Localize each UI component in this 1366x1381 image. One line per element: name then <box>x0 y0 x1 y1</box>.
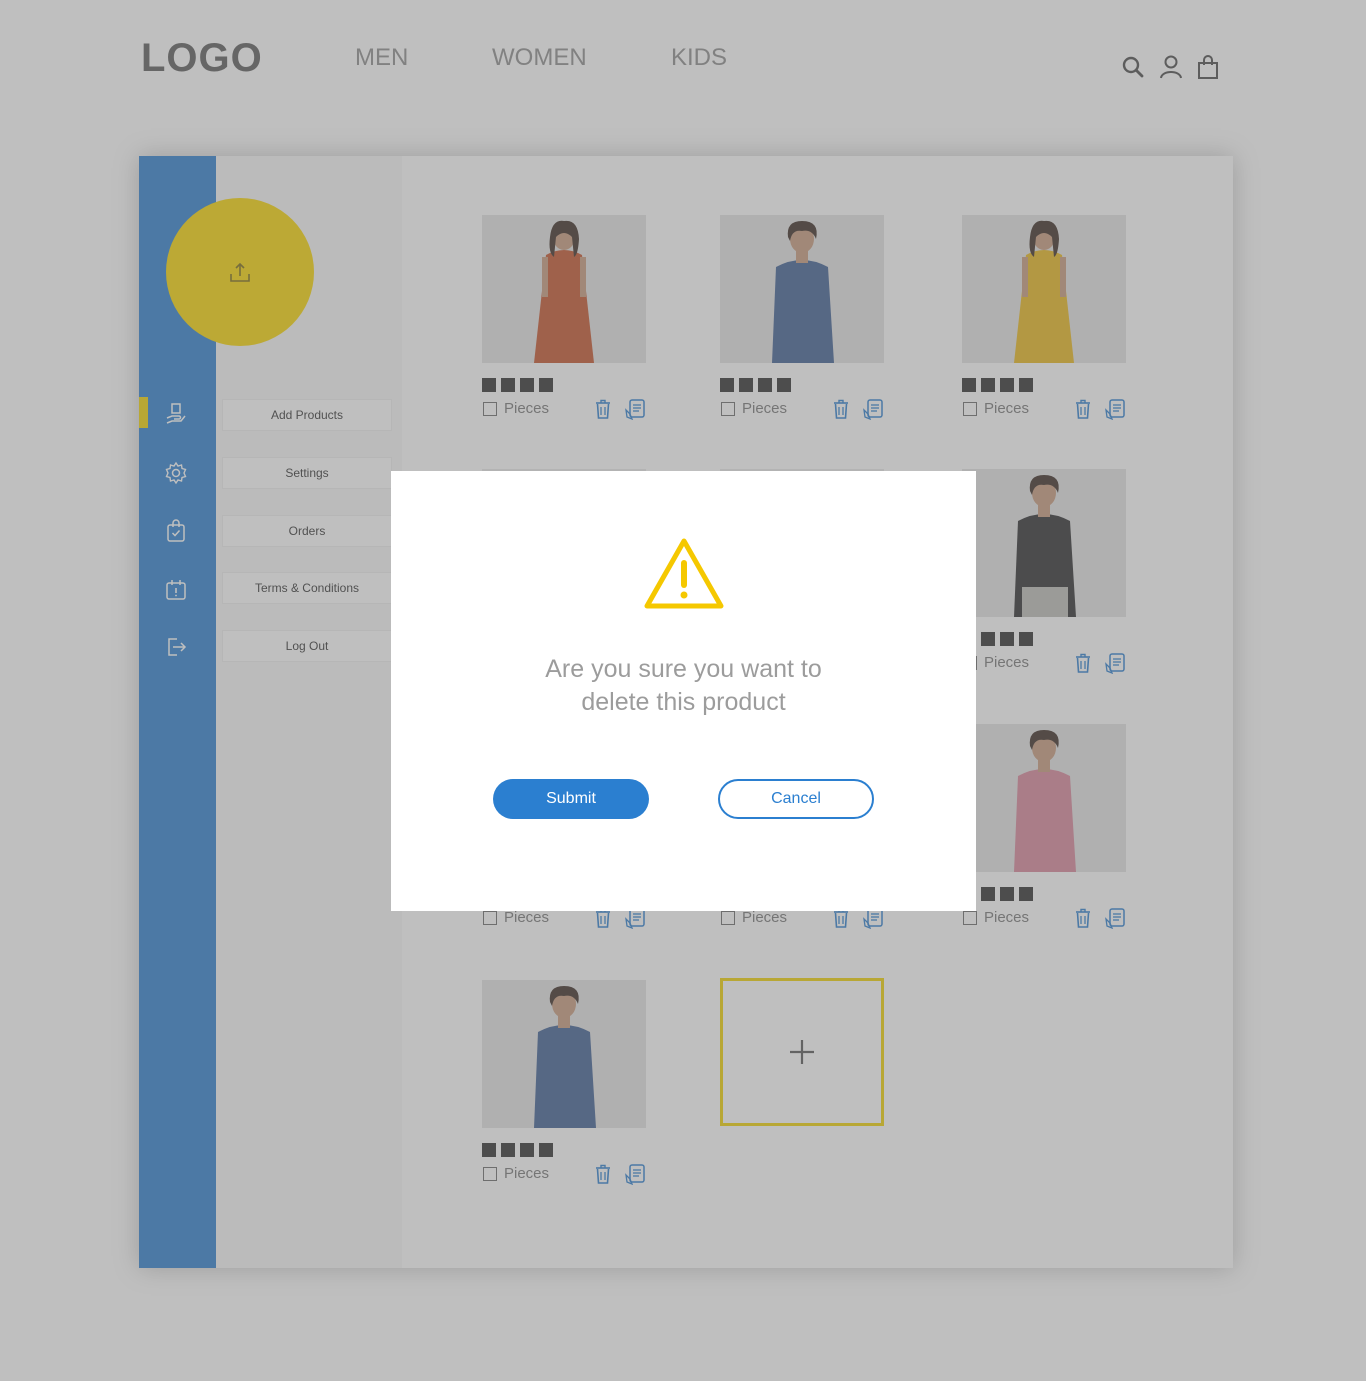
delete-confirm-dialog: Are you sure you want to delete this pro… <box>391 471 976 911</box>
submit-button[interactable]: Submit <box>493 779 649 819</box>
dialog-message-line1: Are you sure you want to <box>545 655 822 683</box>
warning-icon <box>644 538 724 609</box>
dialog-message-line2: delete this product <box>581 688 786 716</box>
cancel-button[interactable]: Cancel <box>718 779 874 819</box>
dialog-message: Are you sure you want to delete this pro… <box>391 653 976 719</box>
